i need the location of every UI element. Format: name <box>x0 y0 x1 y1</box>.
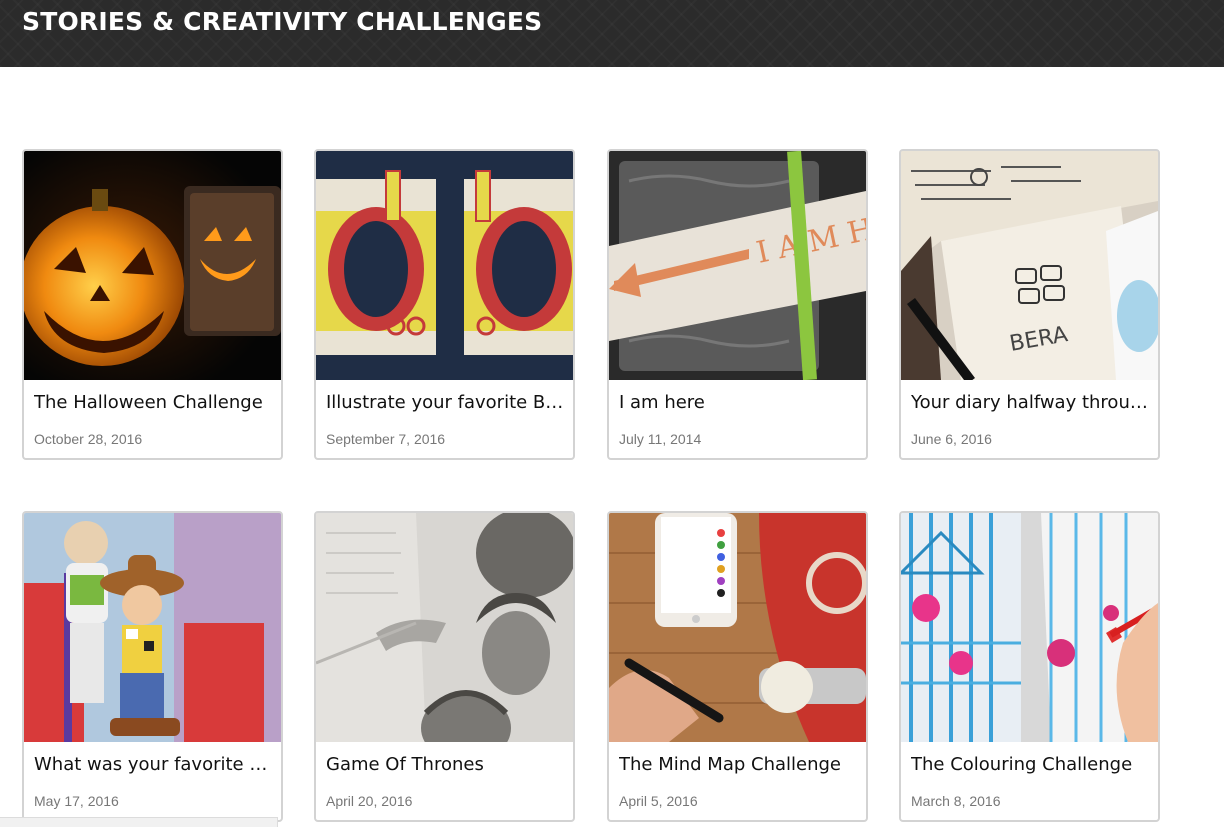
mind-map-phone-image <box>609 513 866 742</box>
card-date: July 11, 2014 <box>619 431 702 447</box>
card-title[interactable]: Your diary halfway through... <box>911 392 1151 413</box>
challenge-card-mind-map[interactable]: The Mind Map Challenge April 5, 2016 <box>607 511 868 822</box>
card-date: April 5, 2016 <box>619 793 698 809</box>
toy-story-figures-image <box>24 513 281 742</box>
card-date: April 20, 2016 <box>326 793 413 809</box>
diary-sketch-image: BERA <box>901 151 1158 380</box>
i-am-here-notebook-image: I A M H <box>609 151 866 380</box>
card-title[interactable]: Illustrate your favorite Bea... <box>326 392 566 413</box>
card-title[interactable]: I am here <box>619 392 859 413</box>
card-date: September 7, 2016 <box>326 431 446 447</box>
card-title[interactable]: The Halloween Challenge <box>34 392 274 413</box>
card-title[interactable]: The Colouring Challenge <box>911 754 1151 775</box>
card-date: October 28, 2016 <box>34 431 143 447</box>
horizontal-scrollbar[interactable] <box>0 817 278 827</box>
challenge-card-i-am-here[interactable]: I A M H I am here July 11, 2014 <box>607 149 868 460</box>
card-date: May 17, 2016 <box>34 793 119 809</box>
card-title[interactable]: Game Of Thrones <box>326 754 566 775</box>
challenge-card-game-of-thrones[interactable]: Game Of Thrones April 20, 2016 <box>314 511 575 822</box>
card-title[interactable]: What was your favorite toy ... <box>34 754 274 775</box>
challenge-card-diary-halfway[interactable]: BERA Your diary halfway through... June … <box>899 149 1160 460</box>
challenge-card-favorite-toy[interactable]: What was your favorite toy ... May 17, 2… <box>22 511 283 822</box>
challenges-grid: The Halloween Challenge October 28, 2016 <box>0 0 1224 827</box>
card-date: March 8, 2016 <box>911 793 1001 809</box>
colouring-book-image <box>901 513 1158 742</box>
yellow-submarine-notebooks-image <box>316 151 573 380</box>
game-of-thrones-drawing-image <box>316 513 573 742</box>
challenge-card-beatles[interactable]: Illustrate your favorite Bea... Septembe… <box>314 149 575 460</box>
challenge-card-halloween[interactable]: The Halloween Challenge October 28, 2016 <box>22 149 283 460</box>
challenge-card-colouring[interactable]: The Colouring Challenge March 8, 2016 <box>899 511 1160 822</box>
halloween-pumpkin-image <box>24 151 281 380</box>
card-date: June 6, 2016 <box>911 431 992 447</box>
card-title[interactable]: The Mind Map Challenge <box>619 754 859 775</box>
